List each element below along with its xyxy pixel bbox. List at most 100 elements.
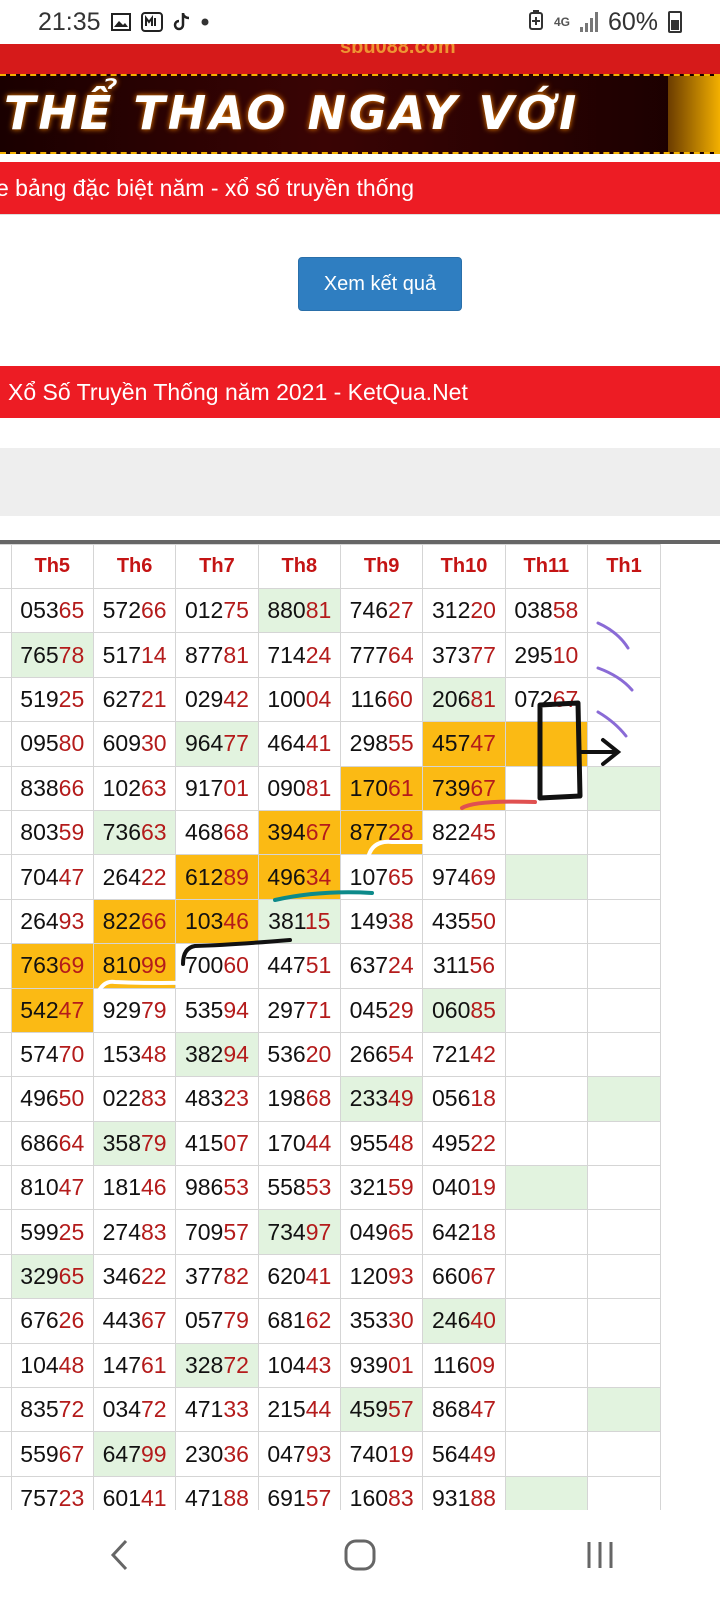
number-tail: 34	[305, 863, 332, 890]
table-row: 13542479297953594297710452906085	[0, 987, 661, 1033]
number-head: 034	[102, 1396, 141, 1423]
number-tail: 55	[388, 730, 414, 757]
button-area: Xem kết quả	[0, 214, 720, 366]
table-cell: 43550	[422, 898, 506, 945]
number-head: 012	[184, 597, 224, 624]
column-header: Th1	[587, 544, 661, 589]
number-tail: 18	[470, 1085, 496, 1112]
number-head: 056	[432, 1085, 471, 1112]
table-cell: 70447	[10, 854, 94, 900]
number-tail: 66	[58, 774, 85, 801]
table-cell: 64218	[422, 1209, 506, 1255]
table-cell	[587, 1209, 661, 1255]
table-cell: 15348	[92, 1031, 177, 1078]
number-head: 721	[432, 1041, 471, 1068]
mb-app-icon	[140, 12, 163, 32]
number-tail: 94	[223, 996, 249, 1023]
table-cell: 86847	[422, 1387, 506, 1433]
number-head: 072	[514, 685, 553, 712]
table-cell: 13	[0, 987, 12, 1033]
number-tail: 81	[223, 641, 249, 668]
table-cell: 10448	[10, 1342, 94, 1389]
table-cell: 44751	[257, 943, 341, 989]
table-cell: 61289	[175, 854, 259, 900]
battery-percent: 60%	[607, 7, 658, 36]
recents-icon[interactable]	[570, 1525, 630, 1585]
table-cell: 10443	[257, 1342, 341, 1389]
number-tail: 60	[387, 685, 413, 712]
table-cell: 04529	[339, 987, 424, 1033]
table-cell	[504, 1120, 589, 1167]
table-cell: 83572	[10, 1387, 94, 1433]
table-cell: 73967	[422, 765, 506, 811]
number-tail: 27	[388, 597, 414, 624]
number-head: 274	[102, 1218, 141, 1245]
number-tail: 23	[223, 1085, 249, 1112]
home-icon[interactable]	[330, 1525, 390, 1585]
number-head: 746	[349, 597, 389, 624]
number-head: 868	[432, 1396, 471, 1423]
number-tail: 67	[470, 774, 496, 801]
number-tail: 69	[58, 952, 85, 979]
table-cell: 49522	[422, 1120, 506, 1167]
number-tail: 01	[223, 774, 249, 801]
number-tail: 67	[305, 819, 332, 846]
number-tail: 65	[58, 597, 85, 624]
number-tail: 51	[305, 952, 332, 979]
table-row: 9576578517148778171424777643737729510	[0, 632, 661, 678]
signal-icon	[579, 12, 598, 32]
number-tail: 85	[470, 996, 496, 1023]
section-title-1: e bảng đặc biệt năm - xổ số truyền thống	[0, 174, 415, 201]
view-results-button[interactable]: Xem kết quả	[298, 257, 462, 311]
table-body: 9305365572660127588081746273122003858957…	[0, 587, 661, 1510]
ad-banner[interactable]: THỂ THAO NGAY VỚI	[0, 74, 720, 154]
number-head: 496	[20, 1085, 59, 1112]
number-tail: 48	[58, 1351, 85, 1378]
number-head: 104	[267, 1351, 306, 1378]
table-cell: 64799	[92, 1431, 177, 1477]
table-cell	[587, 1387, 661, 1433]
table-cell: 04965	[339, 1209, 424, 1255]
column-header: Th10	[422, 544, 506, 589]
number-head: 170	[267, 1129, 306, 1156]
number-tail: 93	[388, 1263, 414, 1290]
number-head: 471	[184, 1485, 224, 1510]
table-cell: 14938	[339, 898, 424, 945]
image-icon	[110, 13, 131, 31]
table-cell: 21544	[257, 1387, 341, 1433]
number-tail: 59	[58, 819, 85, 846]
number-tail: 83	[141, 1218, 167, 1245]
number-head: 100	[267, 685, 306, 712]
table-cell: 93	[0, 587, 12, 634]
table-cell: 87728	[339, 809, 424, 856]
number-head: 102	[102, 774, 141, 801]
table-row: 13574701534838294536202665472142	[0, 1031, 661, 1078]
number-head: 447	[267, 952, 306, 979]
table-cell: 87781	[175, 632, 259, 678]
table-cell: 32872	[175, 1342, 259, 1389]
number-tail: 63	[141, 819, 167, 846]
table-cell: 68162	[257, 1298, 341, 1344]
table-cell: 18146	[92, 1165, 177, 1211]
number-head: 038	[514, 597, 553, 624]
number-head: 517	[102, 641, 141, 668]
number-head: 264	[102, 863, 141, 890]
number-tail: 26	[58, 1307, 85, 1334]
number-head: 053	[20, 597, 59, 624]
table-cell: 07267	[504, 676, 589, 723]
number-head: 822	[432, 819, 471, 846]
results-table-container[interactable]: 4Th5Th6Th7Th8Th9Th10Th11Th1 930536557266…	[0, 540, 720, 1510]
number-tail: 44	[305, 1129, 332, 1156]
table-row: 75559676479923036047937401956449	[0, 1431, 661, 1477]
table-cell: 78	[0, 721, 12, 767]
back-icon[interactable]	[90, 1525, 150, 1585]
number-head: 700	[184, 952, 224, 979]
column-header: Th6	[92, 544, 177, 589]
table-cell	[587, 1475, 661, 1510]
banner-top-strip[interactable]: sbu088.com	[0, 44, 720, 74]
column-header: Th11	[504, 544, 589, 589]
number-tail: 88	[223, 1485, 249, 1510]
table-cell	[587, 1120, 661, 1167]
number-tail: 77	[470, 641, 496, 668]
table-row: 32599252748370957734970496564218	[0, 1209, 661, 1255]
